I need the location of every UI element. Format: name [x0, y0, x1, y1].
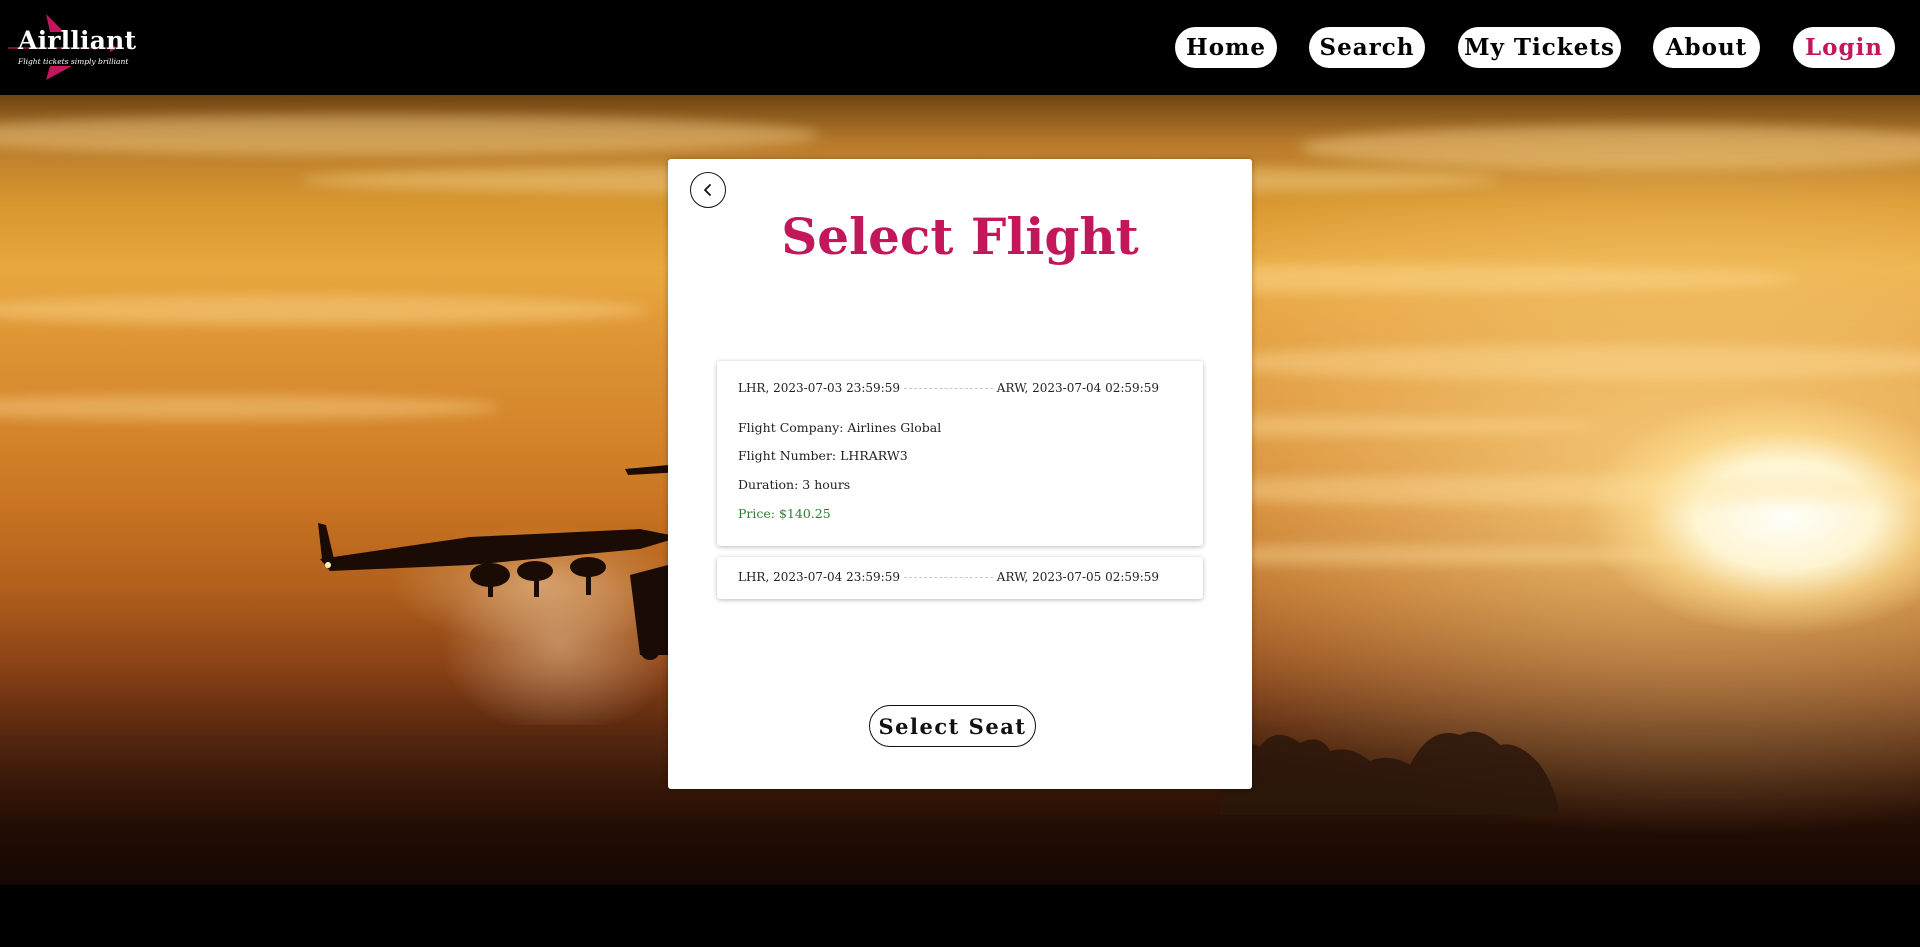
treeline-silhouette [1220, 731, 1560, 815]
back-button[interactable] [690, 172, 726, 208]
arrival-info: ARW, 2023-07-05 02:59:59 [996, 570, 1159, 584]
footer-bar [0, 885, 1920, 947]
top-navbar: Airlliant Flight tickets simply brillian… [0, 0, 1920, 95]
flight-number: Flight Number: LHRARW3 [738, 448, 908, 463]
nav-about-button[interactable]: About [1653, 27, 1760, 68]
nav-my-tickets-button[interactable]: My Tickets [1458, 27, 1621, 68]
flight-option[interactable]: LHR, 2023-07-03 23:59:59 ARW, 2023-07-04… [717, 361, 1203, 546]
route-divider [904, 387, 993, 389]
flight-duration: Duration: 3 hours [738, 477, 851, 492]
flight-route: LHR, 2023-07-04 23:59:59 ARW, 2023-07-05… [738, 570, 1159, 584]
select-flight-card: Select Flight LHR, 2023-07-03 23:59:59 A… [668, 159, 1252, 789]
site-logo[interactable]: Airlliant Flight tickets simply brillian… [6, 10, 136, 82]
flight-option[interactable]: LHR, 2023-07-04 23:59:59 ARW, 2023-07-05… [717, 557, 1203, 599]
nav-home-button[interactable]: Home [1175, 27, 1277, 68]
flight-route: LHR, 2023-07-03 23:59:59 ARW, 2023-07-04… [738, 381, 1159, 395]
nav-search-button[interactable]: Search [1309, 27, 1425, 68]
route-divider [904, 576, 993, 578]
arrival-info: ARW, 2023-07-04 02:59:59 [996, 381, 1159, 395]
flight-price: Price: $140.25 [738, 506, 831, 521]
airplane-silhouette [318, 463, 700, 725]
departure-info: LHR, 2023-07-04 23:59:59 [738, 570, 900, 584]
logo-tagline: Flight tickets simply brilliant [18, 57, 129, 66]
nav-login-button[interactable]: Login [1793, 27, 1895, 68]
page-title: Select Flight [781, 207, 1139, 266]
departure-info: LHR, 2023-07-03 23:59:59 [738, 381, 900, 395]
select-seat-button[interactable]: Select Seat [869, 705, 1036, 747]
flight-company: Flight Company: Airlines Global [738, 420, 942, 435]
chevron-left-icon [704, 184, 711, 196]
logo-title: Airlliant [18, 26, 137, 55]
